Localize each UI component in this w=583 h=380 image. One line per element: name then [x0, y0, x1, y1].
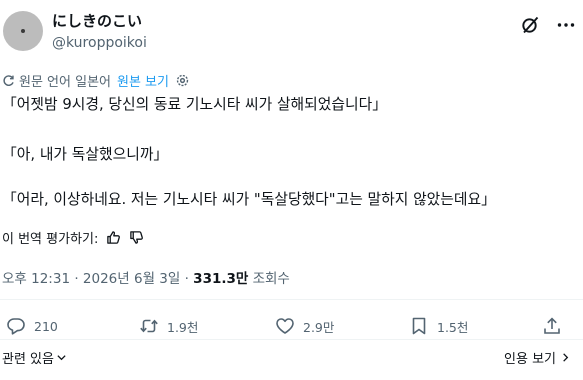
avatar[interactable] — [3, 11, 43, 51]
bookmark-count: 1.5천 — [437, 319, 469, 335]
share-button[interactable] — [542, 316, 562, 336]
view-quotes-label: 인용 보기 — [504, 352, 556, 367]
share-icon — [542, 316, 562, 336]
repost-button[interactable]: 1.9천 — [139, 316, 198, 336]
divider-top — [0, 299, 583, 300]
like-button[interactable]: 2.9만 — [275, 316, 334, 336]
views-label: 조회수 — [248, 271, 290, 287]
like-count: 2.9만 — [303, 319, 335, 335]
author-display-name[interactable]: にしきのこい — [52, 11, 142, 31]
chevron-down-icon — [56, 352, 67, 363]
avatar-dot — [21, 29, 25, 33]
post-meta: 오후 12:31 · 2026년 6월 3일 · 331.3만 조회수 — [2, 267, 290, 287]
post-text-line-2: 「아, 내가 독살했으니까」 — [2, 146, 169, 163]
translation-notice-row: 원문 언어 일본어 원본 보기 — [2, 71, 190, 90]
thumbs-down-icon[interactable] — [129, 230, 144, 245]
rate-translation-label: 이 번역 평가하기: — [2, 232, 99, 247]
view-quotes-link[interactable]: 인용 보기 — [504, 348, 571, 367]
related-toggle[interactable]: 관련 있음 — [2, 348, 67, 367]
repost-icon — [139, 316, 159, 336]
views-count: 331.3만 — [193, 271, 249, 287]
author-handle[interactable]: @kuroppoikoi — [52, 34, 147, 52]
thumbs-up-icon[interactable] — [106, 230, 121, 245]
post-text-line-3: 「어라, 이상하네요. 저는 기노시타 씨가 "독살당했다"고는 말하지 않았는… — [2, 191, 496, 208]
settings-icon[interactable] — [175, 73, 190, 88]
chevron-right-icon — [560, 352, 571, 363]
grok-icon[interactable] — [519, 14, 541, 36]
related-label: 관련 있음 — [2, 352, 54, 367]
post-top-actions — [519, 14, 577, 36]
post-text-line-1: 「어젯밤 9시경, 당신의 동료 기노시타 씨가 살해되었습니다」 — [2, 96, 388, 113]
rate-translation-row: 이 번역 평가하기: — [2, 228, 144, 247]
divider-bottom — [0, 339, 583, 340]
bookmark-button[interactable]: 1.5천 — [409, 316, 468, 336]
reply-button[interactable]: 210 — [6, 316, 58, 336]
bookmark-icon — [409, 316, 429, 336]
heart-icon — [275, 316, 295, 336]
more-options-icon[interactable] — [555, 14, 577, 36]
reply-icon — [6, 316, 26, 336]
translation-notice: 원문 언어 일본어 — [19, 75, 111, 90]
view-original-link[interactable]: 원본 보기 — [117, 71, 169, 90]
translate-icon — [2, 74, 15, 87]
reply-count: 210 — [34, 318, 58, 334]
repost-count: 1.9천 — [167, 319, 199, 335]
post-timestamp[interactable]: 오후 12:31 · 2026년 6월 3일 · — [2, 271, 193, 287]
